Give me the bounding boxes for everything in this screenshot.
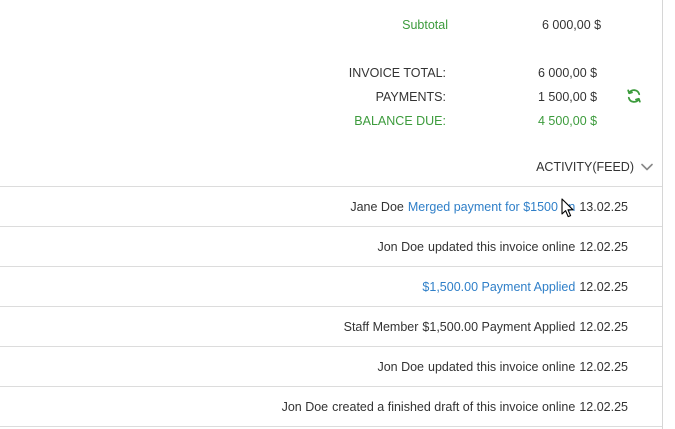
activity-actor: Jane Doe — [350, 199, 404, 214]
activity-date: 12.02.25 — [579, 239, 628, 254]
merged-payment-link[interactable]: Merged payment for $1500 on — [408, 200, 575, 214]
activity-text: created a finished draft of this invoice… — [332, 399, 576, 414]
balance-due-value: 4 500,00 $ — [538, 114, 598, 128]
activity-actor: Jon Doe — [377, 359, 424, 374]
activity-actor: Jon Doe — [281, 399, 329, 414]
activity-feed-toggle[interactable]: ACTIVITY(FEED) — [536, 158, 653, 176]
balance-due-row: BALANCE DUE: 4 500,00 $ — [0, 112, 662, 130]
mouse-cursor-icon — [561, 198, 574, 218]
refresh-icon[interactable] — [626, 88, 642, 104]
activity-text: $1,500.00 Payment Applied — [422, 319, 576, 334]
invoice-total-label: INVOICE TOTAL: — [348, 66, 446, 80]
activity-row-4: Staff Member $1,500.00 Payment Applied 1… — [0, 306, 662, 346]
activity-actor: Jon Doe — [377, 239, 424, 254]
activity-actor: Staff Member — [343, 319, 419, 334]
payments-row: PAYMENTS: 1 500,00 $ — [0, 88, 662, 106]
activity-date: 12.02.25 — [579, 279, 628, 294]
page-gutter — [663, 0, 675, 429]
activity-text: updated this invoice online — [428, 239, 576, 254]
activity-feed-label: ACTIVITY(FEED) — [536, 160, 634, 174]
payments-value: 1 500,00 $ — [538, 90, 598, 104]
invoice-total-value: 6 000,00 $ — [538, 66, 598, 80]
activity-row-6: Jon Doe created a finished draft of this… — [0, 386, 662, 427]
payments-label: PAYMENTS: — [375, 90, 446, 104]
subtotal-label: Subtotal — [402, 18, 448, 32]
subtotal-value: 6 000,00 $ — [542, 18, 602, 32]
payment-applied-link[interactable]: $1,500.00 Payment Applied — [422, 280, 575, 294]
activity-row-3: $1,500.00 Payment Applied 12.02.25 — [0, 266, 662, 306]
activity-row-2: Jon Doe updated this invoice online 12.0… — [0, 226, 662, 266]
activity-date: 13.02.25 — [579, 199, 628, 214]
activity-date: 12.02.25 — [579, 359, 628, 374]
activity-feed-list: Jane Doe Merged payment for $1500 on 13.… — [0, 186, 662, 427]
invoice-summary-page: Subtotal 6 000,00 $ INVOICE TOTAL: 6 000… — [0, 0, 675, 429]
invoice-total-row: INVOICE TOTAL: 6 000,00 $ — [0, 64, 662, 82]
subtotal-row: Subtotal 6 000,00 $ — [0, 16, 662, 34]
activity-text: updated this invoice online — [428, 359, 576, 374]
activity-date: 12.02.25 — [579, 319, 628, 334]
activity-row-5: Jon Doe updated this invoice online 12.0… — [0, 346, 662, 386]
chevron-down-icon — [641, 163, 653, 171]
balance-due-label: BALANCE DUE: — [354, 114, 446, 128]
activity-date: 12.02.25 — [579, 399, 628, 414]
